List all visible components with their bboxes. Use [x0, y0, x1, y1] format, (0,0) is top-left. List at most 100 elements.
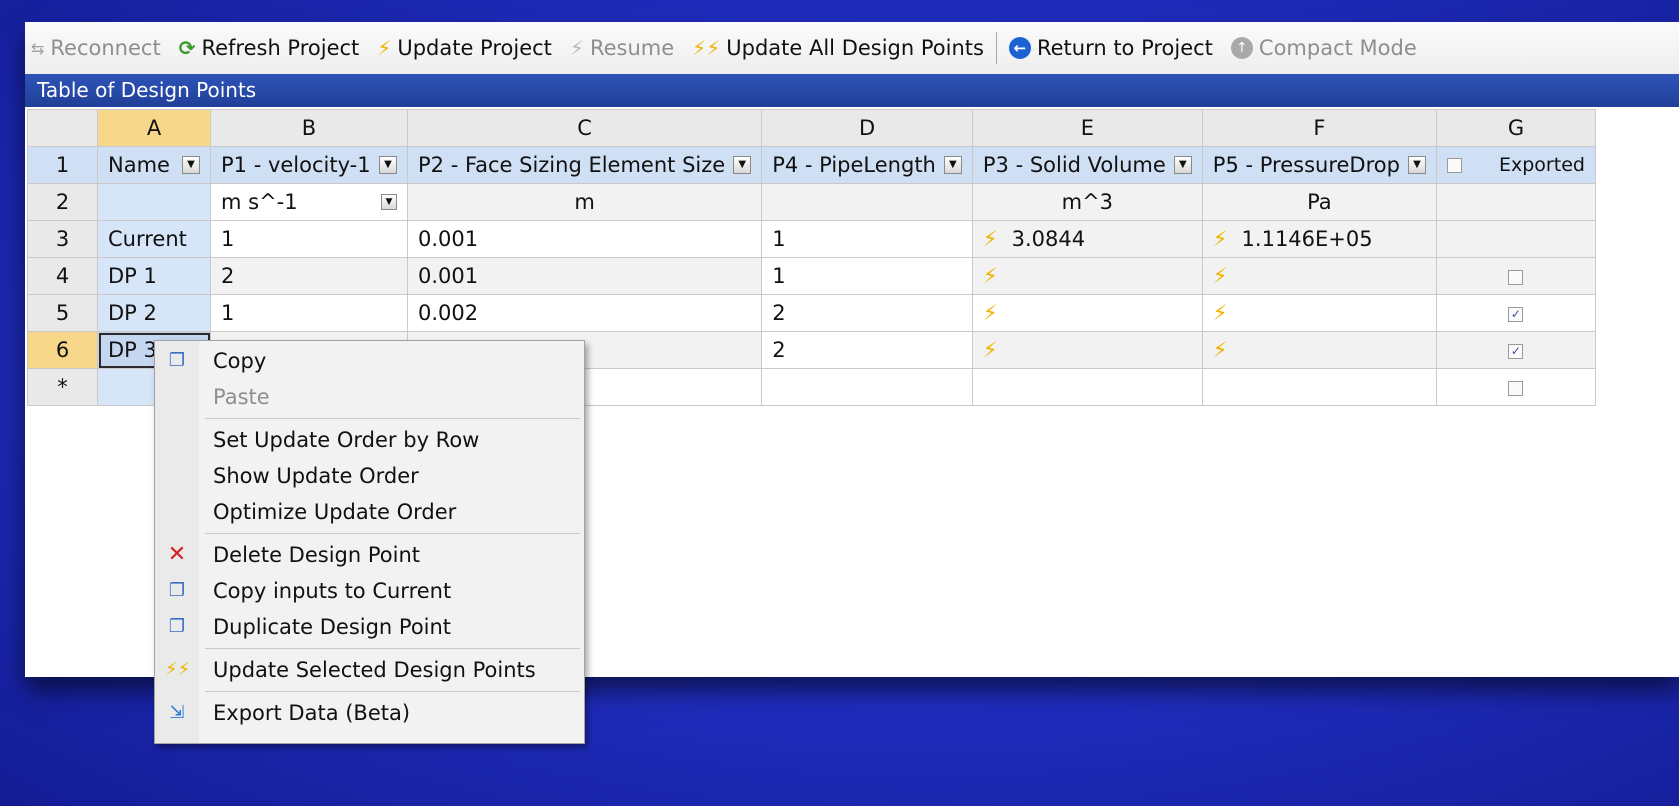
name-cell[interactable]: DP 1: [97, 257, 211, 295]
chevron-down-icon[interactable]: ▼: [379, 156, 397, 174]
header-exported[interactable]: Exported: [1435, 146, 1596, 184]
table-cell[interactable]: [97, 183, 211, 221]
menu-item-label: Paste: [213, 385, 270, 409]
exported-cell: [1435, 257, 1596, 295]
p4-cell[interactable]: 1: [761, 220, 973, 258]
lightning-icon: ⚡: [1212, 227, 1228, 251]
header-p1[interactable]: P1 - velocity-1 ▼: [210, 146, 408, 184]
menu-item-paste[interactable]: Paste: [155, 379, 584, 415]
row-number[interactable]: 3: [27, 220, 98, 258]
unit-select-p1[interactable]: m s^-1 ▼: [210, 183, 408, 221]
p2-cell[interactable]: 0.001: [406, 220, 763, 258]
menu-item-update-selected[interactable]: ⚡⚡ Update Selected Design Points: [155, 652, 584, 688]
table-cell: [761, 183, 973, 221]
p5-cell: [1201, 368, 1437, 406]
menu-item-optimize-update-order[interactable]: Optimize Update Order: [155, 494, 584, 530]
p2-cell[interactable]: 0.002: [406, 294, 763, 332]
p1-cell[interactable]: 2: [210, 257, 408, 295]
p4-cell[interactable]: [761, 368, 973, 406]
row-number[interactable]: 5: [27, 294, 98, 332]
copy-icon: ❐: [168, 580, 186, 601]
header-p3[interactable]: P3 - Solid Volume ▼: [971, 146, 1203, 184]
chevron-down-icon[interactable]: ▼: [733, 156, 752, 174]
p1-cell[interactable]: 1: [210, 294, 408, 332]
chevron-down-icon[interactable]: ▼: [1407, 156, 1426, 174]
update-project-button[interactable]: ⚡ Update Project: [377, 36, 552, 60]
name-cell[interactable]: Current: [97, 220, 211, 258]
column-header-c[interactable]: C: [406, 109, 763, 147]
menu-item-duplicate[interactable]: ❐ Duplicate Design Point: [155, 609, 584, 645]
exported-checkbox[interactable]: [1508, 380, 1524, 396]
exported-checkbox[interactable]: [1508, 269, 1524, 285]
header-p4[interactable]: P4 - PipeLength ▼: [761, 146, 973, 184]
menu-item-copy-inputs[interactable]: ❐ Copy inputs to Current: [155, 573, 584, 609]
menu-separator: [205, 533, 580, 534]
p5-value: 1.1146E+05: [1241, 227, 1373, 251]
copy-icon: ❐: [168, 350, 186, 371]
menu-item-set-update-order[interactable]: Set Update Order by Row: [155, 422, 584, 458]
header-p5[interactable]: P5 - PressureDrop ▼: [1201, 146, 1437, 184]
exported-all-checkbox[interactable]: [1446, 157, 1462, 173]
compact-mode-button[interactable]: ↑ Compact Mode: [1230, 36, 1417, 60]
exported-cell: ✓: [1435, 331, 1596, 369]
exported-cell: [1435, 220, 1596, 258]
menu-item-show-update-order[interactable]: Show Update Order: [155, 458, 584, 494]
refresh-icon: ⟳: [178, 36, 196, 60]
header-name[interactable]: Name ▼: [97, 146, 211, 184]
unit-p3: m^3: [971, 183, 1203, 221]
chevron-down-icon[interactable]: ▼: [1173, 156, 1192, 174]
row-number[interactable]: *: [27, 368, 98, 406]
reconnect-button[interactable]: ⇆ Reconnect: [31, 36, 161, 60]
units-row: 2 m s^-1 ▼ m m^3 Pa: [27, 183, 1596, 221]
table-cell: [1435, 183, 1596, 221]
menu-item-delete-design-point[interactable]: ✕ Delete Design Point: [155, 537, 584, 573]
refresh-project-button[interactable]: ⟳ Refresh Project: [179, 36, 360, 60]
p5-cell: ⚡: [1201, 331, 1437, 369]
exported-checkbox[interactable]: ✓: [1508, 306, 1524, 322]
column-header-f[interactable]: F: [1201, 109, 1437, 147]
menu-item-export-data[interactable]: ⇲ Export Data (Beta): [155, 695, 584, 731]
menu-item-copy[interactable]: ❐ Copy: [155, 343, 584, 379]
p1-cell[interactable]: 1: [210, 220, 408, 258]
header-exported-label: Exported: [1499, 154, 1585, 176]
p4-cell[interactable]: 2: [761, 294, 973, 332]
column-header-g[interactable]: G: [1435, 109, 1596, 147]
column-header-b[interactable]: B: [210, 109, 408, 147]
resume-button[interactable]: ⚡ Resume: [570, 36, 674, 60]
row-number[interactable]: 4: [27, 257, 98, 295]
p3-cell: ⚡: [971, 331, 1203, 369]
chevron-down-icon[interactable]: ▼: [381, 194, 397, 210]
table-row: 4 DP 1 2 0.001 1 ⚡ ⚡: [27, 257, 1596, 295]
row-number[interactable]: 1: [27, 146, 98, 184]
column-header-d[interactable]: D: [761, 109, 973, 147]
chevron-down-icon[interactable]: ▼: [182, 156, 200, 174]
p4-cell[interactable]: 2: [761, 331, 973, 369]
row-number[interactable]: 6: [27, 331, 98, 369]
chevron-down-icon[interactable]: ▼: [943, 156, 962, 174]
lightning-icon: ⚡: [982, 264, 998, 288]
column-header-e[interactable]: E: [971, 109, 1203, 147]
p4-cell[interactable]: 1: [761, 257, 973, 295]
column-header-a[interactable]: A: [97, 109, 211, 147]
update-all-design-points-button[interactable]: ⚡⚡ Update All Design Points: [692, 36, 984, 60]
menu-item-label: Delete Design Point: [213, 543, 420, 567]
unit-p1-value: m s^-1: [221, 190, 298, 214]
header-p2[interactable]: P2 - Face Sizing Element Size ▼: [406, 146, 763, 184]
return-to-project-button[interactable]: ← Return to Project: [1008, 36, 1213, 60]
lightning-icon: ⚡: [982, 338, 998, 362]
p5-cell: ⚡ 1.1146E+05: [1201, 220, 1437, 258]
menu-item-label: Set Update Order by Row: [213, 428, 480, 452]
header-name-label: Name: [108, 153, 170, 177]
lightning-icon: ⚡: [1212, 338, 1228, 362]
exported-checkbox[interactable]: ✓: [1508, 343, 1524, 359]
double-lightning-icon: ⚡⚡: [692, 36, 721, 60]
p2-cell[interactable]: 0.001: [406, 257, 763, 295]
lightning-icon: ⚡: [982, 227, 998, 251]
name-cell[interactable]: DP 2: [97, 294, 211, 332]
row-number[interactable]: 2: [27, 183, 98, 221]
menu-item-label: Copy: [213, 349, 267, 373]
compact-mode-icon: ↑: [1230, 37, 1253, 59]
menu-separator: [205, 648, 580, 649]
corner-cell[interactable]: [27, 109, 98, 147]
update-project-label: Update Project: [397, 36, 552, 60]
